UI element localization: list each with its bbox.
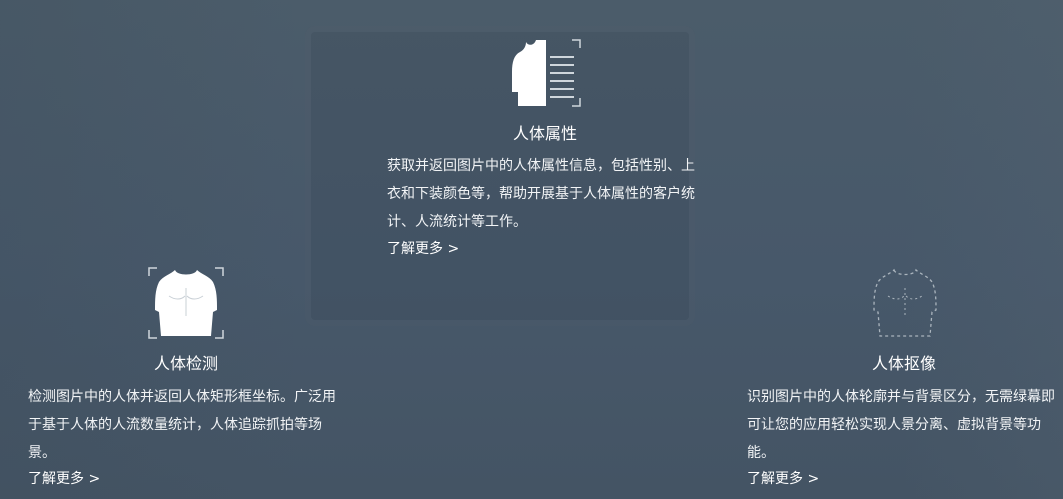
feature-title: 人体抠像 — [872, 354, 937, 373]
feature-title: 人体检测 — [154, 354, 219, 373]
torso-outline-icon — [873, 268, 937, 337]
feature-description: 获取并返回图片中的人体属性信息，包括性别、上衣和下装颜色等，帮助开展基于人体属性… — [387, 158, 695, 230]
torso-attribute-icon — [512, 39, 581, 107]
learn-more-link[interactable]: 了解更多 > — [28, 468, 100, 488]
feature-description: 识别图片中的人体轮廓并与背景区分，无需绿幕即可让您的应用轻松实现人景分离、虚拟背… — [747, 389, 1055, 461]
learn-more-link[interactable]: 了解更多 > — [747, 468, 819, 488]
feature-description: 检测图片中的人体并返回人体矩形框坐标。广泛用于基于人体的人流数量统计，人体追踪抓… — [28, 389, 336, 461]
learn-more-link[interactable]: 了解更多 > — [387, 238, 459, 258]
feature-title: 人体属性 — [513, 124, 578, 143]
torso-detection-icon — [148, 267, 224, 339]
feature-section: 人体属性 获取并返回图片中的人体属性信息，包括性别、上衣和下装颜色等，帮助开展基… — [0, 0, 1063, 499]
